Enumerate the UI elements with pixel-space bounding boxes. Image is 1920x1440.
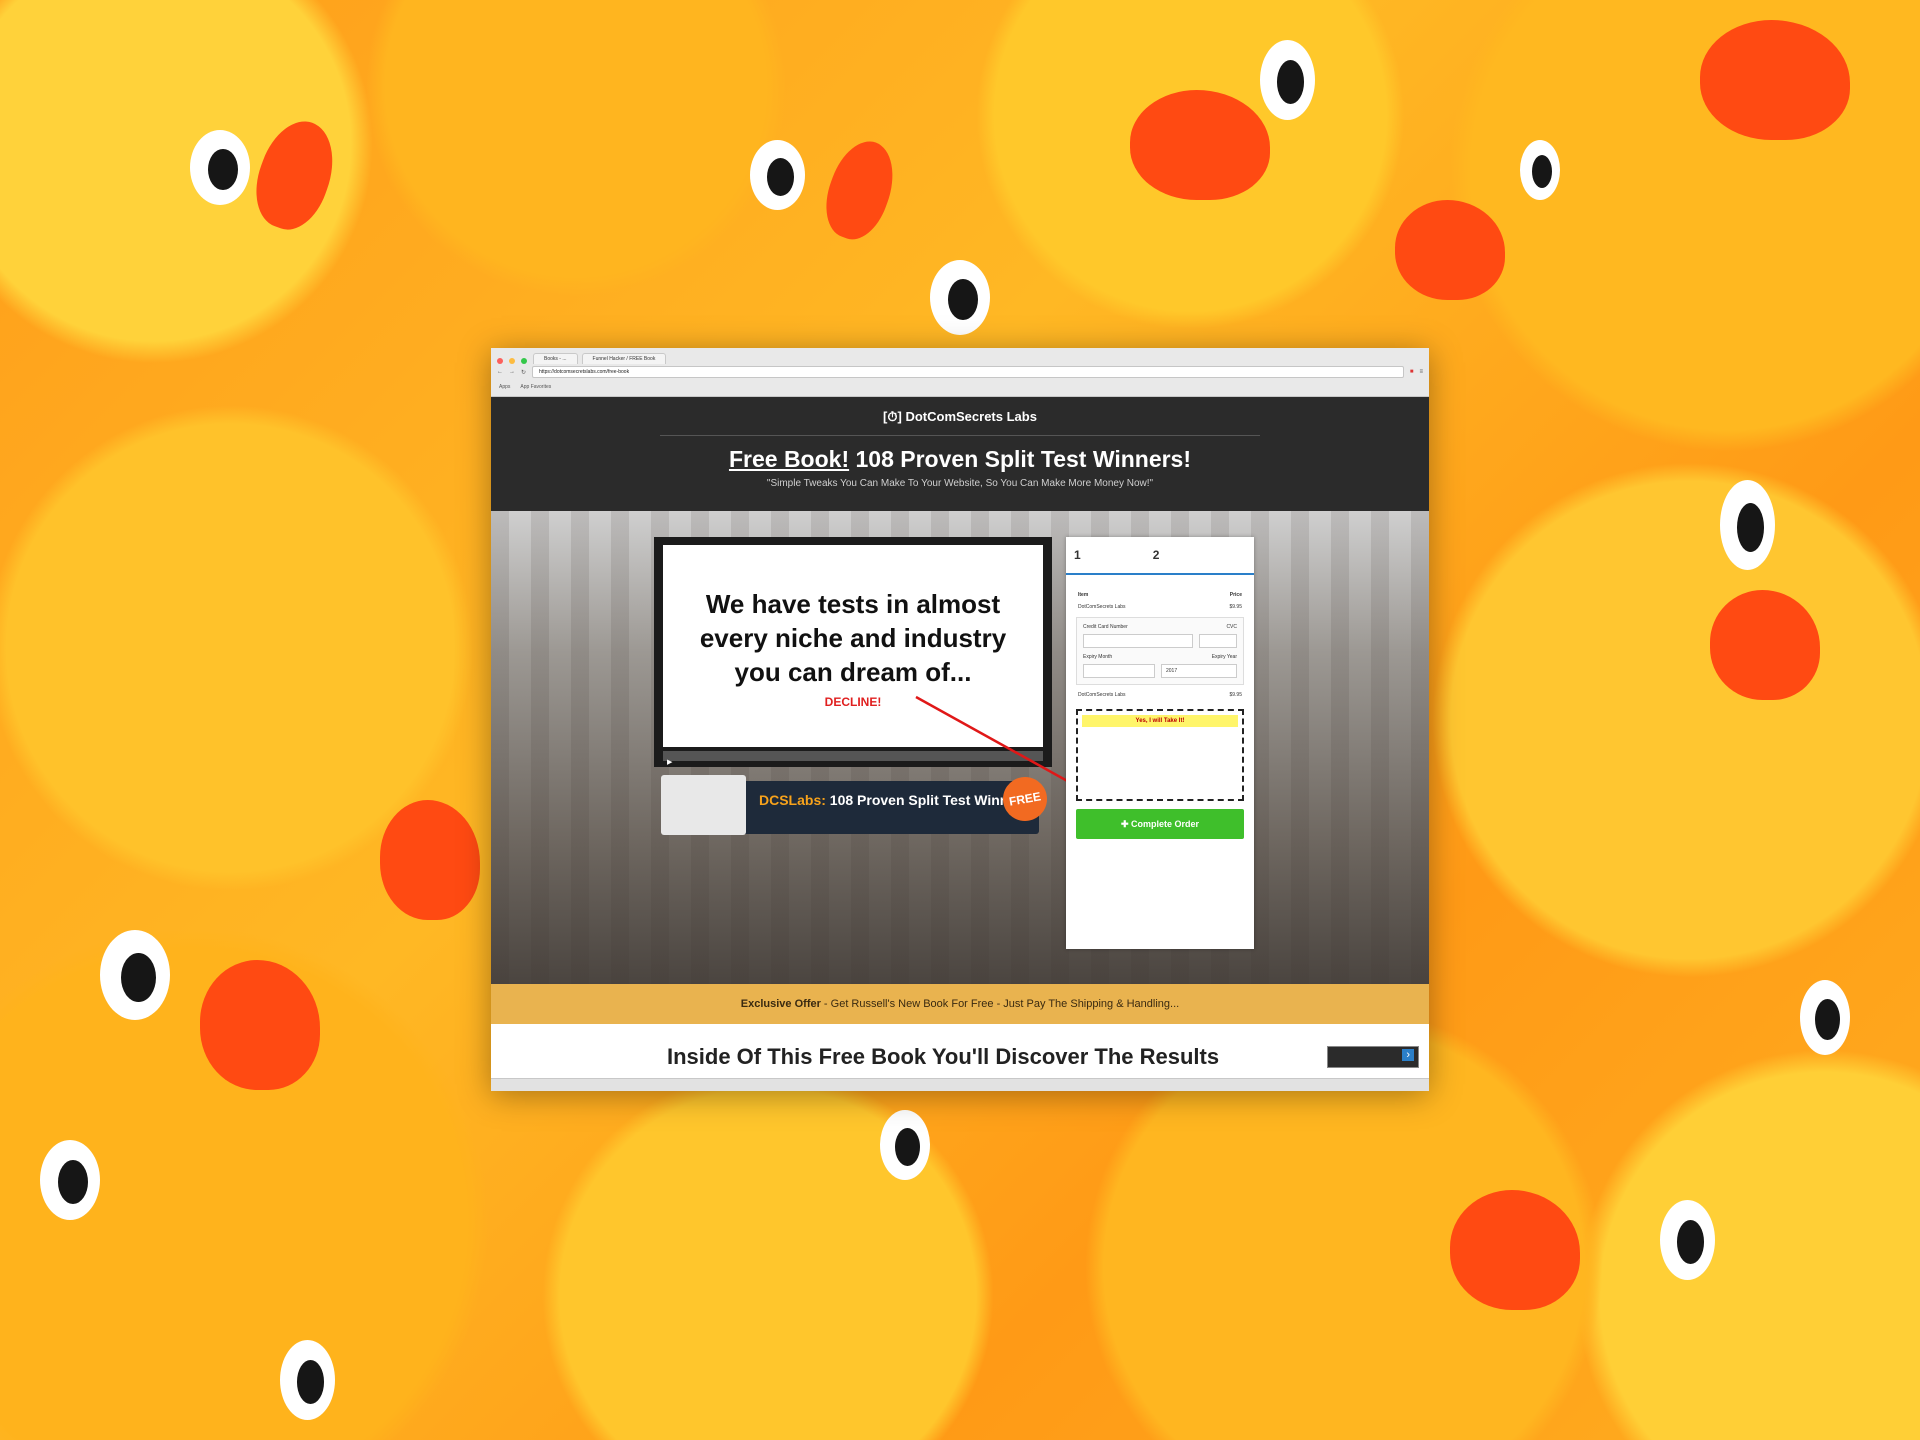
browser-tab-active[interactable]: Funnel Hacker / FREE Book xyxy=(581,353,667,364)
address-row: ← → ↻ https://dotcomsecretslabs.com/free… xyxy=(491,364,1429,380)
cvc-label: CVC xyxy=(1226,624,1237,630)
exp-year-select[interactable]: 2017 xyxy=(1161,664,1237,678)
browser-tab[interactable]: Books - ... xyxy=(533,353,578,364)
menu-icon[interactable]: ≡ xyxy=(1419,369,1423,375)
duck-eye xyxy=(930,260,990,335)
duck-eye xyxy=(1800,980,1850,1055)
duck-beak xyxy=(380,800,480,920)
strip-bold: Exclusive Offer xyxy=(740,998,821,1010)
item-header: Item Price xyxy=(1066,589,1254,601)
order-bump[interactable]: Yes, I will Take It! xyxy=(1076,709,1244,801)
duck-eye xyxy=(1660,1200,1715,1280)
exp-year-label: Expiry Year xyxy=(1211,654,1237,660)
duck-eye xyxy=(1720,480,1775,570)
close-window-icon[interactable] xyxy=(497,358,503,364)
product-row[interactable]: DotComSecrets Labs $9.95 xyxy=(1066,601,1254,613)
cvc-input[interactable] xyxy=(1199,634,1237,648)
bookmark-favorites[interactable]: App Favorites xyxy=(520,384,551,390)
site-logo[interactable]: [⏱] DotComSecrets Labs xyxy=(491,397,1429,425)
duck-eye xyxy=(190,130,250,205)
summary-row: DotComSecrets Labs $9.95 xyxy=(1066,689,1254,701)
duck-eye xyxy=(750,140,805,210)
divider xyxy=(660,435,1260,436)
duck-beak xyxy=(1700,20,1850,140)
price-col: Price xyxy=(1229,592,1242,598)
forward-icon[interactable]: → xyxy=(509,369,515,375)
duck-beak xyxy=(1130,90,1270,200)
reload-icon[interactable]: ↻ xyxy=(521,369,526,376)
headline-text: 108 Proven Split Test Winners! xyxy=(849,446,1192,472)
duck-beak xyxy=(200,960,320,1090)
chat-widget[interactable]: › xyxy=(1327,1046,1419,1068)
chevron-right-icon[interactable]: › xyxy=(1402,1049,1414,1061)
cc-label: Credit Card Number xyxy=(1083,624,1128,630)
duck-eye xyxy=(880,1110,930,1180)
offer-headline[interactable]: Yes, I will Take It! xyxy=(1082,715,1238,727)
tab-bar: Books - ... Funnel Hacker / FREE Book xyxy=(491,348,1429,364)
duck-beak xyxy=(243,111,347,239)
exclusive-offer-strip: Exclusive Offer - Get Russell's New Book… xyxy=(491,984,1429,1024)
free-book-link[interactable]: Free Book! xyxy=(729,446,849,472)
summary-price: $9.95 xyxy=(1229,692,1242,698)
duck-eye xyxy=(1260,40,1315,120)
bookmarks-bar: Apps App Favorites xyxy=(491,380,1429,394)
address-bar[interactable]: https://dotcomsecretslabs.com/free-book xyxy=(532,366,1404,378)
order-form: 1 2 Item Price DotComSecrets Labs $9.95 … xyxy=(1066,537,1254,949)
offer-description xyxy=(1078,731,1242,737)
card-number-input[interactable] xyxy=(1083,634,1193,648)
step-indicator: 1 2 xyxy=(1066,537,1254,575)
summary-product: DotComSecrets Labs xyxy=(1078,692,1126,698)
section-title: Inside Of This Free Book You'll Discover… xyxy=(667,1044,1220,1069)
product-name: DotComSecrets Labs xyxy=(1078,604,1126,610)
payment-box: Credit Card Number CVC Expiry Month Expi… xyxy=(1076,617,1244,685)
duck-beak xyxy=(1710,590,1820,700)
subheadline: "Simple Tweaks You Can Make To Your Webs… xyxy=(766,478,1154,489)
duck-eye xyxy=(100,930,170,1020)
step-1[interactable]: 1 xyxy=(1074,548,1081,562)
plus-icon: ✚ xyxy=(1120,819,1132,829)
duck-beak xyxy=(1450,1190,1580,1310)
extension-icon[interactable]: ■ xyxy=(1410,369,1414,375)
duck-eye xyxy=(280,1340,335,1420)
product-price: $9.95 xyxy=(1229,604,1242,610)
browser-window: Books - ... Funnel Hacker / FREE Book ← … xyxy=(491,348,1429,1091)
duck-eye xyxy=(40,1140,100,1220)
exp-month-select[interactable] xyxy=(1083,664,1155,678)
step-2[interactable]: 2 xyxy=(1153,548,1160,562)
bookmark-apps[interactable]: Apps xyxy=(499,384,510,390)
strip-text: - Get Russell's New Book For Free - Just… xyxy=(820,998,1180,1010)
item-col: Item xyxy=(1078,592,1089,598)
duck-eye xyxy=(1520,140,1560,200)
page-title: Free Book! 108 Proven Split Test Winners… xyxy=(491,446,1429,473)
duck-beak xyxy=(1395,200,1505,300)
complete-order-label: Complete Order xyxy=(1131,819,1200,829)
content-section: Inside Of This Free Book You'll Discover… xyxy=(491,1024,1429,1079)
browser-chrome: Books - ... Funnel Hacker / FREE Book ← … xyxy=(491,348,1429,397)
duck-beak xyxy=(814,132,906,248)
arrow-graphic xyxy=(915,695,1090,795)
download-bar xyxy=(491,1078,1429,1091)
minimize-window-icon[interactable] xyxy=(509,358,515,364)
maximize-window-icon[interactable] xyxy=(521,358,527,364)
hero-section: We have tests in almost every niche and … xyxy=(491,511,1429,984)
complete-order-button[interactable]: ✚ Complete Order xyxy=(1076,809,1244,839)
exp-month-label: Expiry Month xyxy=(1083,654,1113,660)
page-header: [⏱] DotComSecrets Labs Free Book! 108 Pr… xyxy=(491,397,1429,512)
back-icon[interactable]: ← xyxy=(497,369,503,375)
